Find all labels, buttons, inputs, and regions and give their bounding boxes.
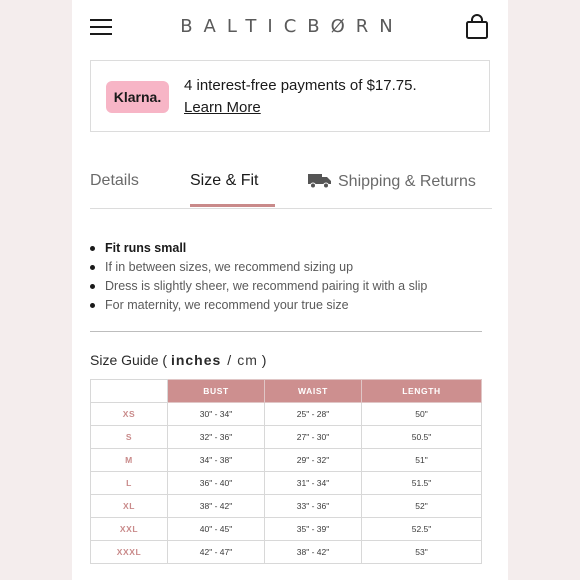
klarna-logo: Klarna.: [106, 81, 169, 113]
active-tab-indicator: [190, 204, 275, 207]
length-cell: 52.5": [361, 517, 482, 541]
table-header-row: BUST WAIST LENGTH: [90, 379, 482, 403]
shopping-bag-icon[interactable]: [465, 14, 489, 40]
truck-icon: [308, 172, 332, 194]
bust-cell: 40" - 45": [167, 517, 265, 541]
column-header-length: LENGTH: [361, 379, 482, 403]
bust-cell: 36" - 40": [167, 471, 265, 495]
length-cell: 52": [361, 494, 482, 518]
bust-cell: 34" - 38": [167, 448, 265, 472]
size-guide-label: Size Guide (: [90, 352, 168, 368]
waist-cell: 31" - 34": [264, 471, 362, 495]
waist-cell: 29" - 32": [264, 448, 362, 472]
list-item: If in between sizes, we recommend sizing…: [90, 259, 490, 278]
bust-cell: 30" - 34": [167, 402, 265, 426]
table-row: M 34" - 38" 29" - 32" 51": [90, 448, 482, 472]
waist-cell: 25" - 28": [264, 402, 362, 426]
column-header-bust: BUST: [167, 379, 265, 403]
list-item: Dress is slightly sheer, we recommend pa…: [90, 278, 490, 297]
klarna-promo: Klarna. 4 interest-free payments of $17.…: [90, 60, 490, 132]
size-label: L: [90, 471, 168, 495]
list-item: For maternity, we recommend your true si…: [90, 297, 490, 316]
table-header-corner: [90, 379, 168, 403]
tab-size-fit[interactable]: Size & Fit: [190, 172, 258, 190]
table-row: XXXL 42" - 47" 38" - 42" 53": [90, 540, 482, 564]
tab-details[interactable]: Details: [90, 172, 139, 190]
section-divider: [90, 331, 482, 332]
length-cell: 50": [361, 402, 482, 426]
bust-cell: 42" - 47": [167, 540, 265, 564]
product-tabs: Details Size & Fit Shipping & Returns: [90, 170, 492, 209]
length-cell: 51.5": [361, 471, 482, 495]
length-cell: 50.5": [361, 425, 482, 449]
waist-cell: 38" - 42": [264, 540, 362, 564]
waist-cell: 27" - 30": [264, 425, 362, 449]
table-row: XS 30" - 34" 25" - 28" 50": [90, 402, 482, 426]
table-row: XXL 40" - 45" 35" - 39" 52.5": [90, 517, 482, 541]
size-label: XXL: [90, 517, 168, 541]
unit-toggle-inches[interactable]: inches: [171, 352, 221, 368]
size-label: XXXL: [90, 540, 168, 564]
klarna-message: 4 interest-free payments of $17.75.: [184, 77, 417, 94]
product-page: BALTICBØRN Klarna. 4 interest-free payme…: [72, 0, 508, 580]
size-label: XS: [90, 402, 168, 426]
column-header-waist: WAIST: [264, 379, 362, 403]
brand-logo[interactable]: BALTICBØRN: [176, 16, 408, 37]
size-chart-table: BUST WAIST LENGTH XS 30" - 34" 25" - 28"…: [90, 379, 482, 564]
tab-shipping-label: Shipping & Returns: [338, 173, 476, 190]
learn-more-link[interactable]: Learn More: [184, 99, 261, 116]
bust-cell: 32" - 36": [167, 425, 265, 449]
length-cell: 53": [361, 540, 482, 564]
waist-cell: 33" - 36": [264, 494, 362, 518]
table-row: L 36" - 40" 31" - 34" 51.5": [90, 471, 482, 495]
size-guide-close-paren: ): [261, 352, 267, 368]
bust-cell: 38" - 42": [167, 494, 265, 518]
tab-shipping-returns[interactable]: Shipping & Returns: [308, 172, 476, 194]
table-row: S 32" - 36" 27" - 30" 50.5": [90, 425, 482, 449]
unit-toggle-cm[interactable]: cm: [237, 352, 258, 368]
table-row: XL 38" - 42" 33" - 36" 52": [90, 494, 482, 518]
list-item: Fit runs small: [90, 240, 490, 259]
size-label: S: [90, 425, 168, 449]
fit-notes-list: Fit runs small If in between sizes, we r…: [90, 240, 490, 316]
length-cell: 51": [361, 448, 482, 472]
size-guide-heading: Size Guide ( inches / cm ): [90, 352, 267, 368]
size-label: XL: [90, 494, 168, 518]
size-label: M: [90, 448, 168, 472]
hamburger-menu-icon[interactable]: [90, 19, 112, 36]
waist-cell: 35" - 39": [264, 517, 362, 541]
